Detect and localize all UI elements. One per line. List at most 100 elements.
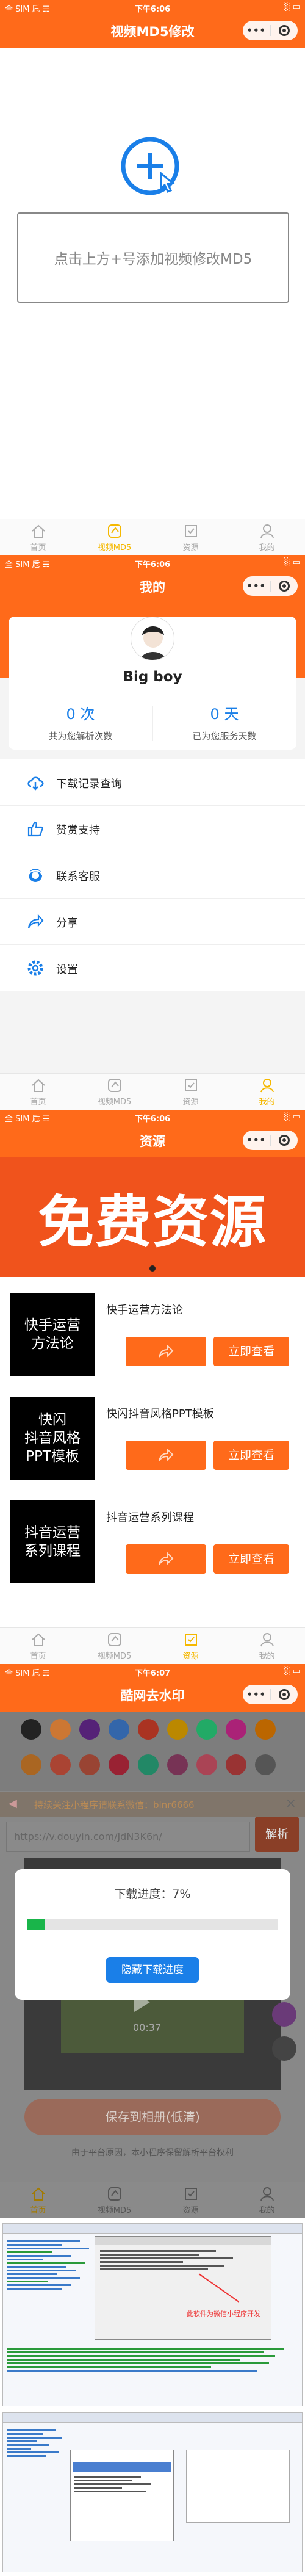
avatar[interactable] xyxy=(131,617,174,660)
app-icon[interactable] xyxy=(109,1754,129,1775)
resource-item: 抖音运营 系列课程 抖音运营系列课程 立即查看 xyxy=(10,1500,295,1592)
menu-settings[interactable]: 设置 xyxy=(0,945,305,991)
share-button[interactable] xyxy=(126,1441,206,1470)
status-bar: 全 SIM 卮 ☴ 下午6:06 ░ ▭ xyxy=(5,1112,300,1124)
avatar-icon xyxy=(140,626,167,660)
add-icon[interactable] xyxy=(120,136,187,203)
tab-md5[interactable]: 视频MD5 xyxy=(76,2182,152,2218)
tab-mine[interactable]: 我的 xyxy=(229,519,305,555)
app-icon[interactable] xyxy=(79,1719,100,1740)
add-video-button[interactable] xyxy=(120,136,187,203)
thumbs-up-icon xyxy=(27,821,43,837)
app-icon[interactable] xyxy=(226,1719,246,1740)
md5-icon xyxy=(107,1633,121,1646)
download-modal: 下载进度：7% 隐藏下载进度 xyxy=(15,1869,290,2000)
app-icon[interactable] xyxy=(167,1754,188,1775)
view-now-button[interactable]: 立即查看 xyxy=(214,1544,289,1574)
add-video-hint-box[interactable]: 点击上方+号添加视频修改MD5 xyxy=(17,212,289,303)
share-button[interactable] xyxy=(126,1337,206,1366)
save-album-button[interactable]: 保存到相册(低清) xyxy=(24,2099,281,2135)
view-now-button[interactable]: 立即查看 xyxy=(214,1337,289,1366)
more-icon[interactable]: ••• xyxy=(243,1135,270,1146)
hide-progress-button[interactable]: 隐藏下载进度 xyxy=(106,1957,199,1983)
capsule-menu[interactable]: ••• xyxy=(243,1685,298,1704)
more-icon[interactable]: ••• xyxy=(243,1689,270,1700)
close-icon[interactable] xyxy=(271,1689,298,1700)
app-icon[interactable] xyxy=(255,1719,276,1740)
service-icon xyxy=(28,869,43,882)
tab-mine[interactable]: 我的 xyxy=(229,1628,305,1664)
share-icon xyxy=(159,1449,174,1461)
menu-share[interactable]: 分享 xyxy=(0,899,305,945)
tab-mine[interactable]: 我的 xyxy=(229,1074,305,1110)
app-icon[interactable] xyxy=(138,1754,159,1775)
home-icon xyxy=(31,524,45,538)
tab-resources[interactable]: 资源 xyxy=(152,1074,229,1110)
tab-mine[interactable]: 我的 xyxy=(229,2182,305,2218)
tab-resources[interactable]: 资源 xyxy=(152,1628,229,1664)
parse-button[interactable]: 解析 xyxy=(255,1817,299,1852)
tab-bar: 首页 视频MD5 资源 我的 xyxy=(0,1073,305,1110)
resource-thumbnail[interactable]: 快闪 抖音风格 PPT模板 xyxy=(10,1397,95,1480)
download-progress-label: 下载进度：7% xyxy=(114,1887,191,1901)
screen-watermark: 全 SIM 卮 ☴ 下午6:07 ░ ▭ 酷网去水印 ••• ◀ 持续关注小程序请联… xyxy=(0,1664,305,2218)
tab-md5[interactable]: 视频MD5 xyxy=(76,519,152,555)
app-icon[interactable] xyxy=(50,1754,71,1775)
resources-icon xyxy=(184,1079,197,1091)
tab-bar: 首页 视频MD5 资源 我的 xyxy=(0,519,305,555)
tab-home[interactable]: 首页 xyxy=(0,1628,76,1664)
app-icon[interactable] xyxy=(21,1754,41,1775)
close-icon[interactable] xyxy=(271,1135,298,1146)
md5-icon xyxy=(107,524,121,538)
more-icon[interactable]: ••• xyxy=(243,25,270,36)
share-icon xyxy=(159,1552,174,1565)
tab-resources[interactable]: 资源 xyxy=(152,519,229,555)
side-button[interactable] xyxy=(272,2036,296,2061)
tab-home[interactable]: 首页 xyxy=(0,1074,76,1110)
menu-appreciate[interactable]: 赞赏支持 xyxy=(0,806,305,852)
more-icon[interactable]: ••• xyxy=(243,581,270,592)
app-icon[interactable] xyxy=(138,1719,159,1740)
app-icon[interactable] xyxy=(196,1754,217,1775)
menu-contact-service[interactable]: 联系客服 xyxy=(0,852,305,899)
view-now-button[interactable]: 立即查看 xyxy=(214,1441,289,1470)
tab-home[interactable]: 首页 xyxy=(0,2182,76,2218)
app-icon[interactable] xyxy=(79,1754,100,1775)
notice-close-icon[interactable]: × xyxy=(285,1796,296,1811)
resource-thumbnail[interactable]: 快手运营 方法论 xyxy=(10,1293,95,1376)
tab-md5[interactable]: 视频MD5 xyxy=(76,1628,152,1664)
menu-download-records[interactable]: 下载记录查询 xyxy=(0,759,305,806)
tab-home[interactable]: 首页 xyxy=(0,519,76,555)
tab-resources[interactable]: 资源 xyxy=(152,2182,229,2218)
capsule-menu[interactable]: ••• xyxy=(243,576,298,596)
screen-mine: 全 SIM 卮 ☴ 下午6:06 ░ ▭ 我的 ••• Big boy 0 次 共为… xyxy=(0,555,305,1110)
speaker-icon: ◀ xyxy=(9,1797,17,1810)
side-button[interactable] xyxy=(272,2002,296,2027)
close-icon[interactable] xyxy=(271,581,298,592)
tab-md5[interactable]: 视频MD5 xyxy=(76,1074,152,1110)
capsule-menu[interactable]: ••• xyxy=(243,1131,298,1150)
url-input[interactable]: https://v.douyin.com/JdN3K6n/ xyxy=(6,1822,250,1852)
ide-toolbar xyxy=(3,2224,302,2234)
banner[interactable]: 免费资源 xyxy=(0,1157,305,1277)
nav-bar: 我的 ••• xyxy=(0,569,305,603)
context-menu xyxy=(70,2450,174,2541)
gear-icon xyxy=(27,960,43,976)
user-icon xyxy=(260,2187,274,2201)
resources-icon xyxy=(184,1634,197,1646)
app-icon[interactable] xyxy=(21,1719,41,1740)
md5-icon xyxy=(107,1079,121,1092)
app-icon[interactable] xyxy=(167,1719,188,1740)
app-icon[interactable] xyxy=(226,1754,246,1775)
ide-window-2 xyxy=(2,2412,303,2572)
platform-icons xyxy=(0,1712,305,1791)
share-button[interactable] xyxy=(126,1544,206,1574)
user-icon xyxy=(260,1079,274,1093)
app-icon[interactable] xyxy=(196,1719,217,1740)
close-icon[interactable] xyxy=(271,25,298,36)
capsule-menu[interactable]: ••• xyxy=(243,21,298,40)
resource-thumbnail[interactable]: 抖音运营 系列课程 xyxy=(10,1500,95,1583)
app-icon[interactable] xyxy=(255,1754,276,1775)
app-icon[interactable] xyxy=(109,1719,129,1740)
app-icon[interactable] xyxy=(50,1719,71,1740)
